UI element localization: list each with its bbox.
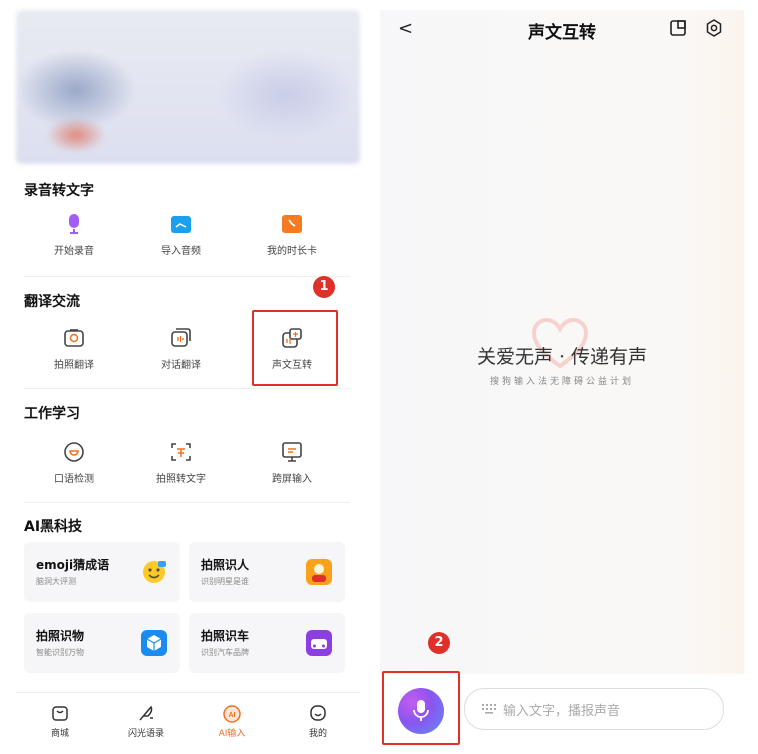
keyboard-icon [482,704,496,714]
smile-icon [310,705,326,721]
highlight-box-mic [382,671,460,745]
card-title: 拍照识人 [201,558,250,572]
banner-image[interactable] [16,10,360,164]
card-subtitle: 识别明星是谁 [201,577,249,586]
photo-to-text-icon [171,443,191,461]
import-audio-button[interactable]: 导入音频 [131,212,231,268]
start-record-label: 开始录音 [54,246,94,257]
shopping-bag-icon [52,706,68,721]
annotation-badge-1: 1 [313,276,335,298]
emoji-idiom-card[interactable]: emoji猜成语 脑洞大评测 [24,542,180,602]
cross-screen-input-label: 跨屏输入 [272,474,312,485]
time-card-button[interactable]: 我的时长卡 [242,212,342,268]
cross-screen-input-button[interactable]: 跨屏输入 [242,440,342,496]
tab-ai-input[interactable]: AI AI输入 [192,703,272,739]
tab-label: 我的 [308,729,327,739]
bottom-tab-bar: 商城 闪光语录 AI AI输入 我的 [16,692,360,746]
tab-label: 闪光语录 [127,729,164,739]
import-audio-label: 导入音频 [161,246,201,257]
tab-mall[interactable]: 商城 [20,703,100,739]
car-icon [306,630,332,656]
ai-logo-icon: AI [223,705,241,723]
tab-label: AI输入 [218,729,246,739]
card-subtitle: 脑洞大评测 [36,577,76,586]
card-subtitle: 识别汽车品牌 [201,648,249,657]
card-subtitle: 智能识别万物 [36,648,84,657]
dialog-translate-label: 对话翻译 [161,360,201,371]
microphone-icon [69,214,79,234]
tab-me[interactable]: 我的 [278,703,358,739]
annotation-badge-2: 2 [428,632,450,654]
window-icon[interactable] [668,18,688,38]
divider [24,502,350,503]
page-title: 声文互转 [528,23,596,43]
divider [24,388,350,389]
highlight-box-voice-text [252,310,338,386]
feather-icon [139,705,153,721]
divider [24,276,350,277]
oral-check-label: 口语检测 [54,474,94,485]
photo-to-text-label: 拍照转文字 [156,474,206,485]
section-title-work: 工作学习 [24,406,80,422]
ai-logo-text: AI [229,712,236,719]
monitor-icon [282,442,302,462]
tab-label: 商城 [50,729,69,739]
input-placeholder: 输入文字，播报声音 [503,704,621,719]
oral-check-button[interactable]: 口语检测 [24,440,124,496]
tab-quotes[interactable]: 闪光语录 [106,703,186,739]
card-title: 拍照识车 [201,629,250,643]
oral-check-icon [64,442,84,462]
photo-to-text-button[interactable]: 拍照转文字 [131,440,231,496]
text-input-field[interactable]: 输入文字，播报声音 [464,688,724,730]
start-record-button[interactable]: 开始录音 [24,212,124,268]
person-card-icon [306,559,332,585]
photo-recognize-object-card[interactable]: 拍照识物 智能识别万物 [24,613,180,673]
time-card-label: 我的时长卡 [267,246,317,257]
photo-translate-icon [64,329,84,347]
photo-recognize-car-card[interactable]: 拍照识车 识别汽车品牌 [189,613,345,673]
back-button[interactable]: < [398,18,413,39]
card-title: 拍照识物 [36,629,85,643]
settings-gear-icon[interactable] [704,18,724,38]
emoji-icon [143,561,166,583]
photo-recognize-person-card[interactable]: 拍照识人 识别明星是谁 [189,542,345,602]
section-title-record: 录音转文字 [24,183,94,199]
folder-icon [171,216,191,233]
section-title-translate: 翻译交流 [24,294,80,310]
slogan-subtitle: 搜狗输入法无障碍公益计划 [489,377,634,387]
cube-icon [141,630,167,656]
time-card-icon [282,215,302,233]
photo-translate-button[interactable]: 拍照翻译 [24,326,124,382]
section-title-ai: AI黑科技 [24,519,83,535]
card-title: emoji猜成语 [36,558,110,572]
slogan-text: 关爱无声 · 传递有声 [476,346,648,368]
dialog-translate-icon [171,328,191,347]
dialog-translate-button[interactable]: 对话翻译 [131,326,231,382]
photo-translate-label: 拍照翻译 [54,360,94,371]
